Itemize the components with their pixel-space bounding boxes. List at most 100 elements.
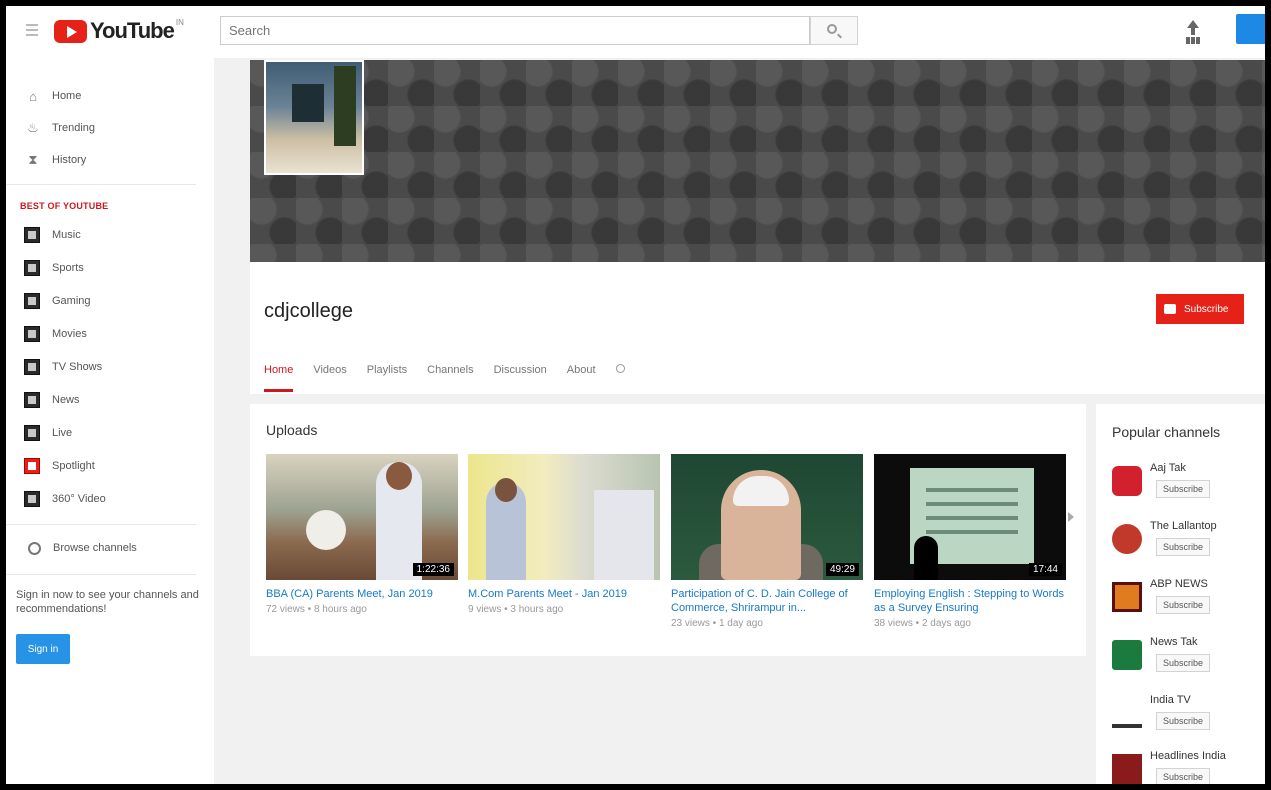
plus-circle-icon [28,541,41,555]
channel-suggestion-name[interactable]: ABP NEWS [1150,578,1208,590]
channel-avatar[interactable] [1112,698,1142,728]
video-thumbnail[interactable]: 1:22:36 [266,454,458,580]
guide-item-label: Live [52,427,73,439]
guide-item-home[interactable]: ⌂ Home [6,82,214,110]
youtube-logo[interactable]: YouTube IN [54,18,184,44]
popular-channels: Popular channels Aaj Tak Subscribe The L… [1096,404,1265,784]
sign-in-button[interactable]: Sign in [16,634,70,664]
subscribe-button[interactable]: Subscribe [1156,480,1211,498]
guide-item-spotlight[interactable]: Spotlight [6,452,214,480]
guide-item-movies[interactable]: Movies [6,320,214,348]
tab-videos[interactable]: Videos [313,360,346,392]
gaming-icon [24,293,40,309]
guide-item-history[interactable]: ⧗ History [6,146,214,174]
sign-in-button-top[interactable] [1236,14,1265,44]
subscribe-button[interactable]: Subscribe [1156,294,1244,324]
guide-sidebar: ⌂ Home ♨ Trending ⧗ History BEST OF YOUT… [6,58,214,784]
subscribe-label: Subscribe [1184,303,1229,315]
guide-item-360-video[interactable]: 360° Video [6,485,214,513]
subscribe-button[interactable]: Subscribe [1156,654,1211,672]
channel-suggestion-name[interactable]: Headlines India [1150,750,1226,762]
search-input[interactable] [221,17,809,44]
movies-icon [24,326,40,342]
uploads-heading[interactable]: Uploads [266,422,317,438]
video-meta: 72 views • 8 hours ago [266,604,367,615]
search-icon [827,24,837,34]
channel-suggestion-name[interactable]: News Tak [1150,636,1197,648]
video-item[interactable]: 17:44 Employing English : Stepping to Wo… [874,454,1066,629]
guide-item-label: Trending [52,122,96,134]
guide-item-trending[interactable]: ♨ Trending [6,114,214,142]
video-thumbnail[interactable] [468,454,660,580]
guide-item-sports[interactable]: Sports [6,254,214,282]
uploads-shelf: Uploads 1:22:36 BBA (CA) Parents Meet, J… [250,404,1086,656]
guide-item-label: Browse channels [53,542,137,554]
guide-item-tv-shows[interactable]: TV Shows [6,353,214,381]
music-icon [24,227,40,243]
trending-icon: ♨ [27,120,39,135]
history-icon: ⧗ [28,152,38,167]
channel-header: cdjcollege Subscribe Home Videos Playlis… [250,262,1265,394]
guide-item-live[interactable]: Live [6,419,214,447]
guide-item-label: News [52,394,80,406]
video-title[interactable]: BBA (CA) Parents Meet, Jan 2019 [266,587,458,601]
search-button[interactable] [810,16,858,45]
guide-item-label: Music [52,229,81,241]
upload-icon[interactable] [1184,20,1202,42]
guide-item-music[interactable]: Music [6,221,214,249]
search-box [220,16,810,45]
news-icon [24,392,40,408]
video-title[interactable]: Participation of C. D. Jain College of C… [671,587,863,615]
subscribe-button[interactable]: Subscribe [1156,712,1211,730]
video-title[interactable]: M.Com Parents Meet - Jan 2019 [468,587,660,601]
home-icon: ⌂ [29,88,37,104]
video-item[interactable]: M.Com Parents Meet - Jan 2019 9 views • … [468,454,660,615]
video-meta: 9 views • 3 hours ago [468,604,564,615]
subscribe-button[interactable]: Subscribe [1156,768,1211,784]
sports-icon [24,260,40,276]
channel-suggestion-name[interactable]: Aaj Tak [1150,462,1186,474]
channel-suggestion: Aaj Tak Subscribe [1112,462,1262,514]
channel-suggestion: The Lallantop Subscribe [1112,520,1262,572]
guide-item-news[interactable]: News [6,386,214,414]
guide-item-browse-channels[interactable]: Browse channels [6,534,214,562]
guide-item-label: Gaming [52,295,91,307]
guide-divider [6,524,196,525]
tab-playlists[interactable]: Playlists [367,360,407,392]
masthead: YouTube IN [6,6,1265,58]
subscribe-button[interactable]: Subscribe [1156,596,1211,614]
guide-item-gaming[interactable]: Gaming [6,287,214,315]
channel-avatar[interactable] [264,60,364,175]
guide-item-label: History [52,154,87,166]
channel-search-icon[interactable] [615,364,625,373]
channel-suggestion-name[interactable]: The Lallantop [1150,520,1217,532]
channel-avatar[interactable] [1112,466,1142,496]
tab-channels[interactable]: Channels [427,360,473,392]
video-title[interactable]: Employing English : Stepping to Words as… [874,587,1066,615]
tv-shows-icon [24,359,40,375]
tab-about[interactable]: About [567,360,596,392]
logo-text: YouTube [90,18,175,43]
shelf-next-arrow-icon[interactable] [1068,512,1074,522]
hamburger-menu-icon[interactable] [26,24,38,36]
guide-item-label: Spotlight [52,460,95,472]
video-thumbnail[interactable]: 49:29 [671,454,863,580]
channel-suggestion-name[interactable]: India TV [1150,694,1191,706]
video-item[interactable]: 49:29 Participation of C. D. Jain Colleg… [671,454,863,629]
channel-suggestion: News Tak Subscribe [1112,636,1262,688]
channel-suggestion: Headlines India Subscribe [1112,750,1262,784]
channel-avatar[interactable] [1112,524,1142,554]
channel-avatar[interactable] [1112,582,1142,612]
channel-tabs: Home Videos Playlists Channels Discussio… [264,360,625,392]
video-item[interactable]: 1:22:36 BBA (CA) Parents Meet, Jan 2019 … [266,454,458,615]
youtube-icon [1164,304,1176,314]
channel-avatar[interactable] [1112,640,1142,670]
best-of-youtube-heading: BEST OF YOUTUBE [20,201,109,211]
subscribe-button[interactable]: Subscribe [1156,538,1211,556]
video-thumbnail[interactable]: 17:44 [874,454,1066,580]
tab-discussion[interactable]: Discussion [494,360,547,392]
guide-divider [6,574,196,575]
channel-avatar[interactable] [1112,754,1142,784]
tab-home[interactable]: Home [264,360,294,392]
channel-name[interactable]: cdjcollege [264,300,353,323]
